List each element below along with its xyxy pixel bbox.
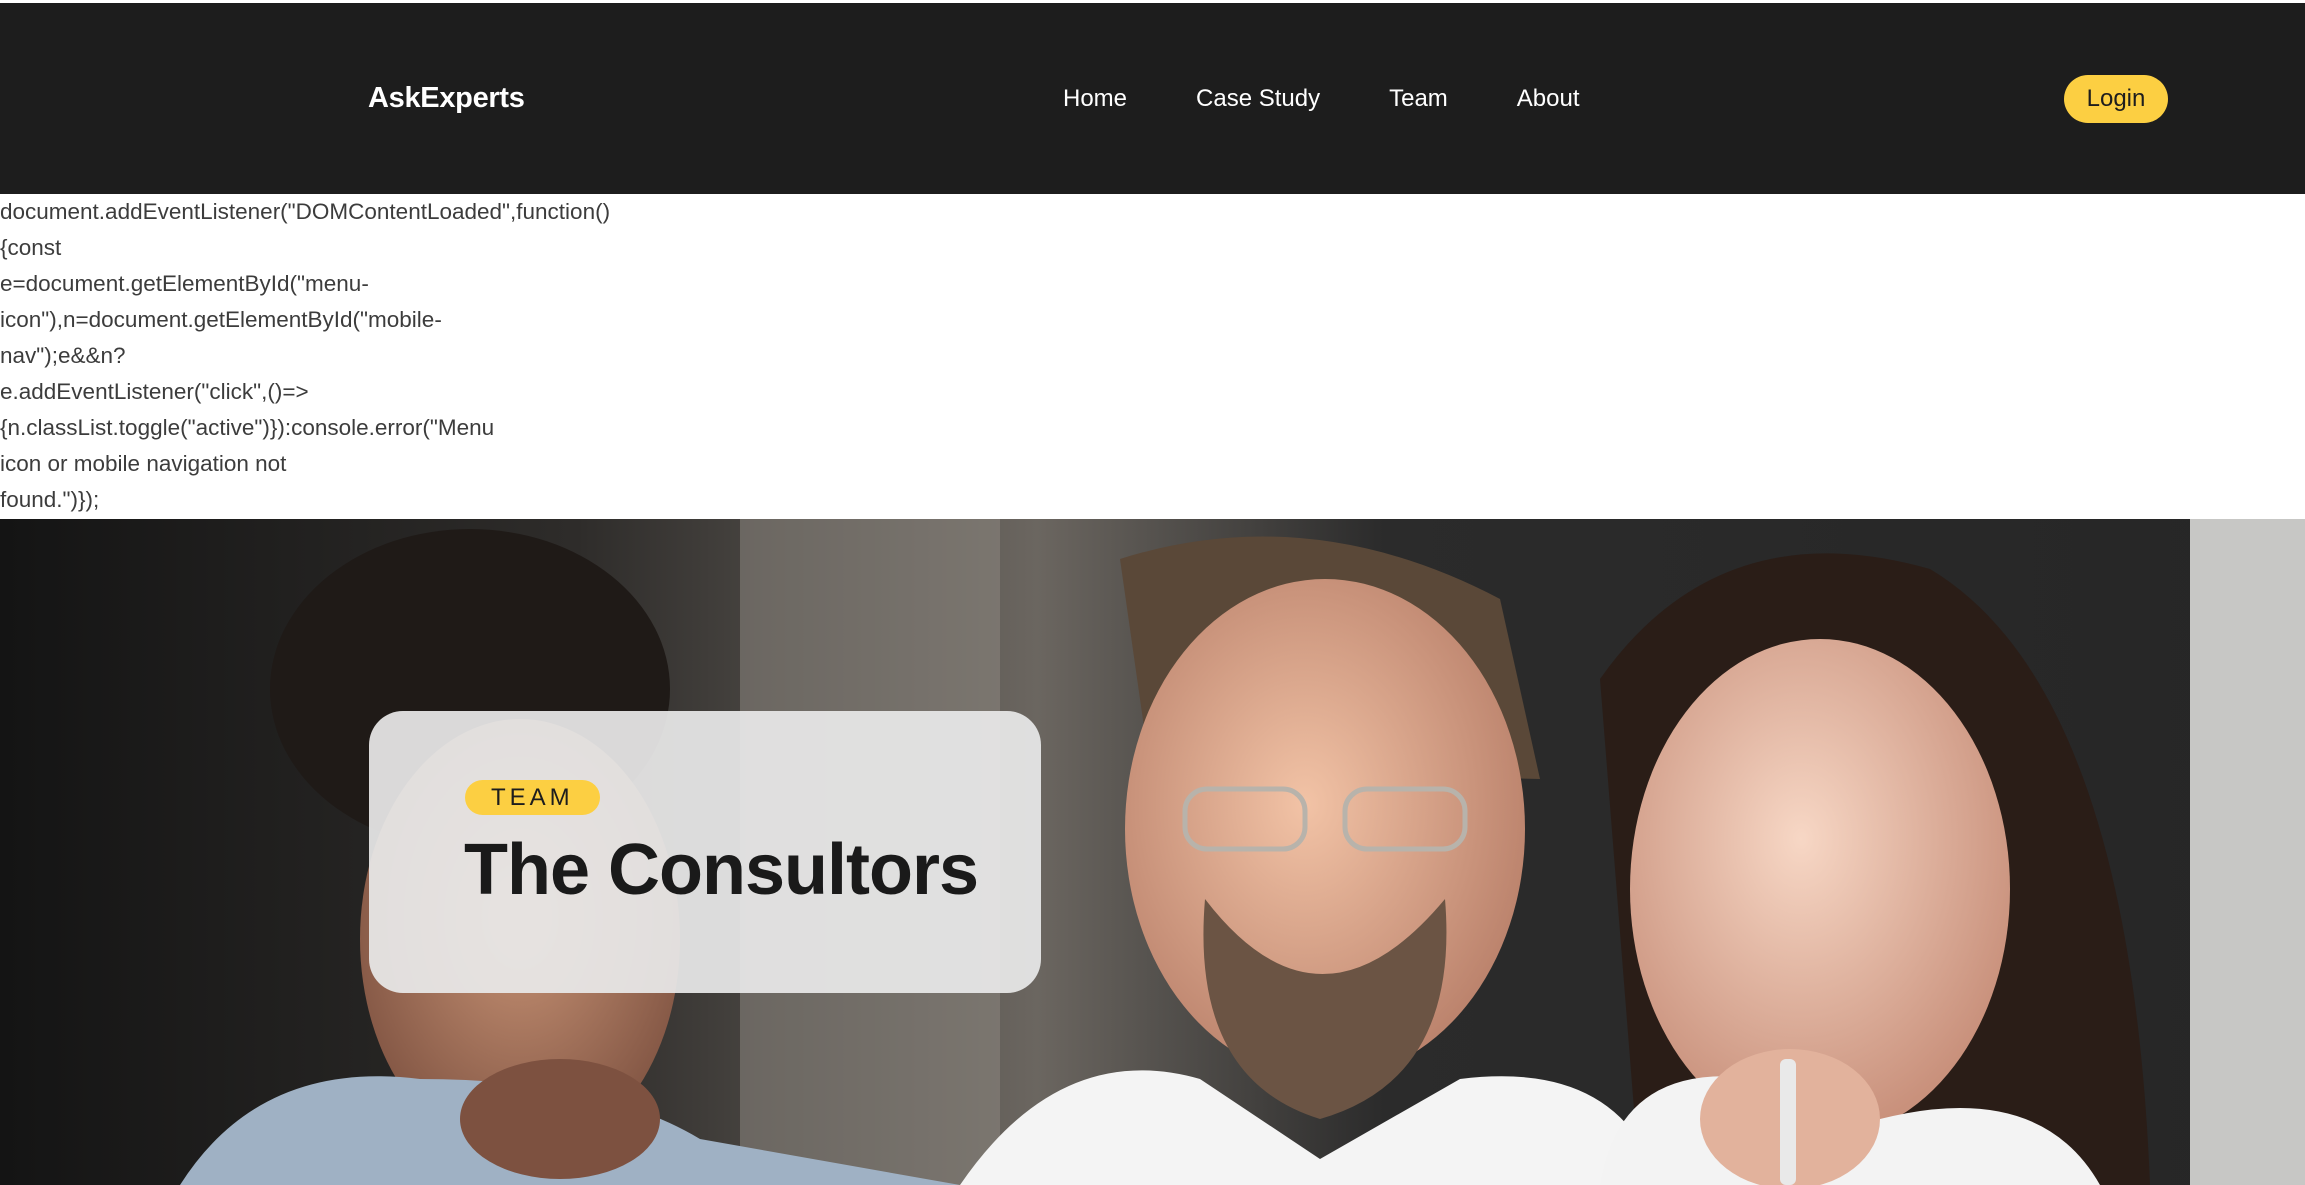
nav-link-team[interactable]: Team <box>1389 85 1448 113</box>
script-line: e=document.getElementById("menu- <box>0 271 369 296</box>
site-header: AskExperts Home Case Study Team About Lo… <box>0 3 2305 194</box>
hero-section: TEAM The Consultors <box>0 519 2305 1185</box>
script-line: nav");e&&n? <box>0 343 126 368</box>
script-line: {const <box>0 235 62 260</box>
brand-logo[interactable]: AskExperts <box>368 3 525 194</box>
script-line: found.")}); <box>0 487 100 512</box>
script-line: icon"),n=document.getElementById("mobile… <box>0 307 442 332</box>
login-button[interactable]: Login <box>2064 75 2168 123</box>
nav-link-home[interactable]: Home <box>1063 85 1127 113</box>
script-line: {n.classList.toggle("active")}):console.… <box>0 415 495 440</box>
nav-link-about[interactable]: About <box>1517 85 1580 113</box>
window-light <box>2190 519 2305 1185</box>
script-line: icon or mobile navigation not <box>0 451 287 476</box>
script-line: e.addEventListener("click",()=> <box>0 379 309 404</box>
hero-photo <box>0 519 2305 1185</box>
raw-script-text: document.addEventListener("DOMContentLoa… <box>0 194 2305 519</box>
nav-link-case-study[interactable]: Case Study <box>1196 85 1320 113</box>
main-nav: Home Case Study Team About <box>1063 3 1580 194</box>
section-badge: TEAM <box>465 780 600 815</box>
hero-title: The Consultors <box>464 830 979 910</box>
hero-card: TEAM The Consultors <box>369 711 1041 993</box>
script-line: document.addEventListener("DOMContentLoa… <box>0 199 611 224</box>
